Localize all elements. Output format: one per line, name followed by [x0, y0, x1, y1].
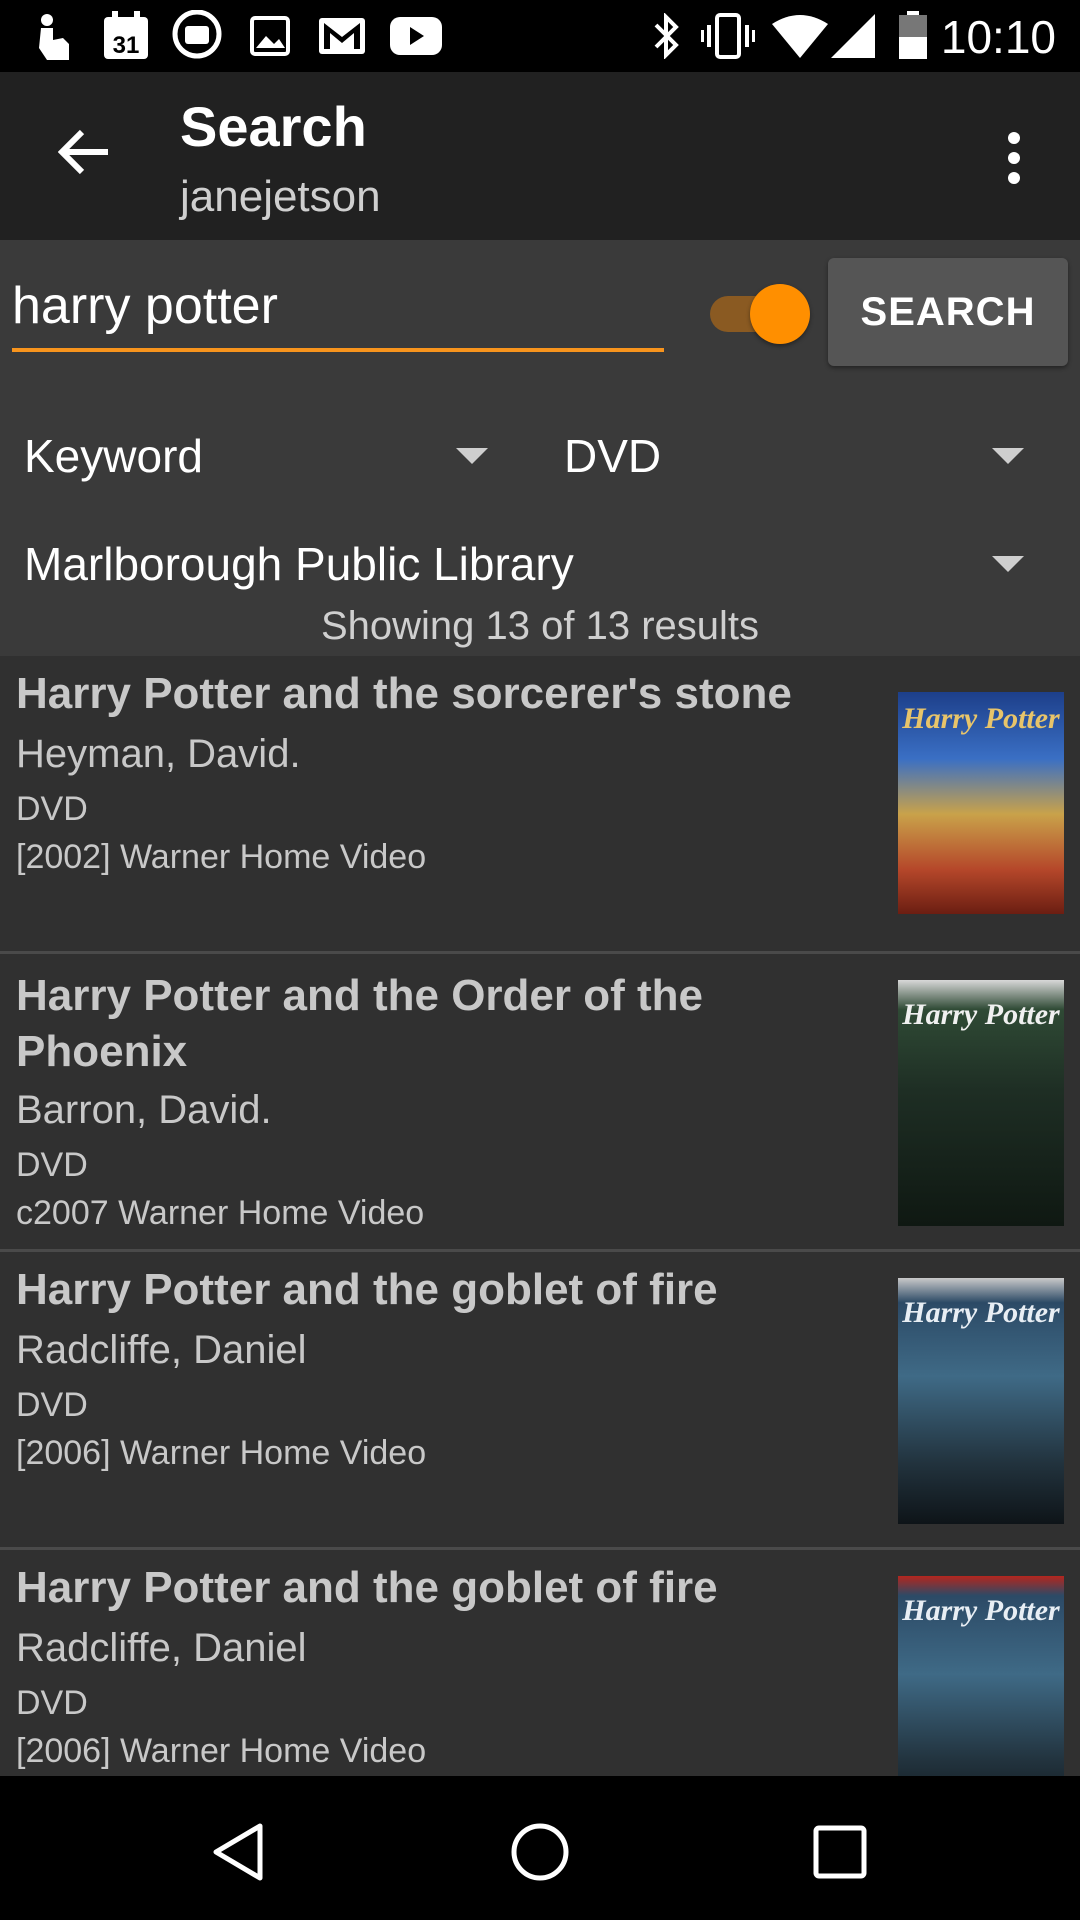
- dropdown-arrow-icon: [992, 556, 1024, 572]
- cover-image: Harry Potter: [898, 692, 1064, 914]
- result-format: DVD: [16, 1146, 88, 1184]
- cover-image: Harry Potter: [898, 1278, 1064, 1524]
- cover-title: Harry Potter: [902, 1296, 1060, 1329]
- nav-recents-button[interactable]: [800, 1812, 880, 1892]
- results-list: Harry Potter and the sorcerer's stone He…: [0, 656, 1080, 1776]
- search-type-dropdown[interactable]: Keyword: [24, 416, 488, 496]
- result-title: Harry Potter and the goblet of fire: [16, 1563, 718, 1612]
- home-circle-icon: [511, 1823, 569, 1881]
- result-format: DVD: [16, 790, 88, 828]
- back-triangle-icon: [213, 1823, 263, 1881]
- result-title: Harry Potter and the goblet of fire: [16, 1265, 718, 1314]
- nav-back-button[interactable]: [200, 1812, 280, 1892]
- cover-title: Harry Potter: [902, 998, 1060, 1031]
- result-author: Heyman, David.: [16, 732, 301, 776]
- cover-title: Harry Potter: [902, 1594, 1060, 1627]
- result-item[interactable]: Harry Potter and the goblet of fire Radc…: [0, 1550, 1080, 1776]
- search-type-label: Keyword: [24, 430, 203, 482]
- result-publication: [2002] Warner Home Video: [16, 838, 427, 876]
- result-publication: c2007 Warner Home Video: [16, 1194, 425, 1232]
- search-input[interactable]: [12, 276, 664, 336]
- search-input-underline: [12, 348, 664, 352]
- status-bar: 31 10:10: [0, 0, 1080, 72]
- result-author: Radcliffe, Daniel: [16, 1328, 307, 1372]
- format-dropdown[interactable]: DVD: [564, 416, 1024, 496]
- result-title: Harry Potter and the sorcerer's stone: [16, 669, 792, 718]
- library-dropdown[interactable]: Marlborough Public Library: [24, 524, 1024, 604]
- cover-image: Harry Potter: [898, 980, 1064, 1226]
- nav-home-button[interactable]: [500, 1812, 580, 1892]
- results-count: Showing 13 of 13 results: [320, 604, 760, 648]
- dropdown-arrow-icon: [992, 448, 1024, 464]
- result-publication: [2006] Warner Home Video: [16, 1434, 427, 1472]
- result-author: Radcliffe, Daniel: [16, 1626, 307, 1670]
- app-toolbar: Search janejetson: [0, 72, 1080, 240]
- vibrate-icon: [700, 12, 756, 60]
- page-title: Search: [180, 95, 367, 158]
- wifi-icon: [772, 12, 828, 60]
- youtube-icon: [388, 12, 444, 60]
- overflow-menu-button[interactable]: [978, 122, 1050, 194]
- clock: 10:10: [940, 11, 1056, 63]
- battery-icon: [896, 11, 930, 60]
- account-subtitle: janejetson: [180, 172, 381, 221]
- recents-square-icon: [813, 1825, 867, 1879]
- library-label: Marlborough Public Library: [24, 538, 574, 590]
- search-panel: SEARCH Keyword DVD Marlborough Public Li…: [0, 240, 1080, 656]
- bluetooth-icon: [646, 12, 686, 60]
- arrow-left-icon: [58, 129, 108, 175]
- result-item[interactable]: Harry Potter and the sorcerer's stone He…: [0, 656, 1080, 954]
- gmail-icon: [316, 12, 368, 60]
- result-author: Barron, David.: [16, 1088, 272, 1132]
- cover-title: Harry Potter: [902, 702, 1060, 735]
- format-label: DVD: [564, 430, 662, 482]
- result-format: DVD: [16, 1386, 88, 1424]
- back-button[interactable]: [48, 116, 120, 188]
- calendar-icon: 31: [100, 11, 152, 60]
- system-nav-bar: [0, 1776, 1080, 1920]
- search-toggle[interactable]: [704, 282, 810, 346]
- touch-icon: [28, 12, 78, 60]
- result-item[interactable]: Harry Potter and the Order of the Phoeni…: [0, 954, 1080, 1252]
- result-format: DVD: [16, 1684, 88, 1722]
- result-publication: [2006] Warner Home Video: [16, 1732, 427, 1770]
- cover-image: Harry Potter: [898, 1576, 1064, 1776]
- result-title: Harry Potter and the Order of the Phoeni…: [16, 971, 704, 1076]
- toggle-thumb: [750, 284, 810, 344]
- photos-icon: [246, 12, 294, 60]
- svg-text:31: 31: [113, 32, 140, 59]
- result-item[interactable]: Harry Potter and the goblet of fire Radc…: [0, 1252, 1080, 1550]
- hangouts-icon: [170, 10, 224, 60]
- search-button[interactable]: SEARCH: [828, 258, 1068, 366]
- more-vert-icon: [1008, 132, 1020, 184]
- dropdown-arrow-icon: [456, 448, 488, 464]
- signal-icon: [830, 12, 876, 60]
